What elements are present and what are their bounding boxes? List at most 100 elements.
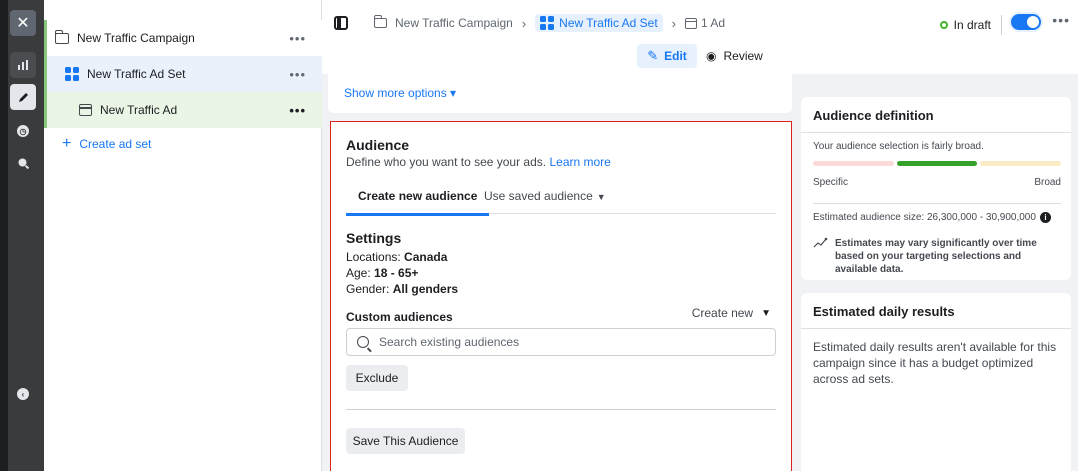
search-icon[interactable] <box>10 150 36 176</box>
estimate-note-text: Estimates may vary significantly over ti… <box>835 238 1037 275</box>
audience-section: Audience Define who you want to see your… <box>330 121 792 471</box>
close-icon[interactable]: ✕ <box>10 10 36 36</box>
previous-section-card: Show more options ▾ <box>328 74 792 113</box>
eye-icon: ◉ <box>706 49 717 63</box>
create-new-dropdown[interactable]: Create new ▼ <box>692 306 771 320</box>
age-setting: Age: 18 - 65+ <box>346 266 418 280</box>
divider <box>801 132 1071 133</box>
info-icon[interactable]: i <box>1039 212 1051 223</box>
more-icon[interactable]: ••• <box>289 67 306 82</box>
more-icon[interactable]: ••• <box>289 103 306 118</box>
setting-value: 18 - 65+ <box>374 266 419 280</box>
ad-icon <box>79 104 92 116</box>
tab-edit[interactable]: ✎ Edit <box>637 44 697 68</box>
left-rail: ✕ ◷ ‹ <box>0 0 44 471</box>
status-dot-icon <box>939 21 948 29</box>
tab-create-new-audience[interactable]: Create new audience <box>345 189 490 216</box>
divider <box>801 328 1071 329</box>
create-adset-label: Create ad set <box>79 137 152 151</box>
chevron-right-icon: › <box>671 15 677 31</box>
adset-grid-icon <box>65 67 79 81</box>
tab-use-saved-audience[interactable]: Use saved audience ▼ <box>484 189 606 203</box>
custom-audiences-label: Custom audiences <box>346 310 453 324</box>
campaign-tree: New Traffic Campaign ••• New Traffic Ad … <box>44 0 322 471</box>
clock-icon[interactable]: ◷ <box>10 118 36 144</box>
tree-item-campaign[interactable]: New Traffic Campaign ••• <box>44 20 322 56</box>
tree-item-adset[interactable]: New Traffic Ad Set ••• <box>44 56 322 92</box>
gender-setting: Gender: All genders <box>346 282 458 296</box>
top-bar: New Traffic Campaign › New Traffic Ad Se… <box>322 0 1078 74</box>
estimate-note: Estimates may vary significantly over ti… <box>813 237 1061 276</box>
search-placeholder: Search existing audiences <box>379 335 520 349</box>
section-title: Audience <box>346 137 410 153</box>
pencil-icon[interactable] <box>10 84 36 110</box>
create-new-label: Create new <box>691 306 754 320</box>
tree-item-label: New Traffic Ad <box>100 103 178 117</box>
audience-tabs: Create new audience Use saved audience ▼ <box>345 184 776 216</box>
setting-label: Gender: <box>346 282 390 296</box>
learn-more-link[interactable]: Learn more <box>549 155 610 169</box>
save-audience-button[interactable]: Save This Audience <box>346 428 465 454</box>
setting-label: Locations: <box>346 250 401 264</box>
audience-definition-card: Audience definition Your audience select… <box>801 97 1071 280</box>
breadcrumb-label: New Traffic Campaign <box>395 16 513 30</box>
main-content: Show more options ▾ Audience Define who … <box>322 74 1078 471</box>
card-title: Audience definition <box>813 108 934 123</box>
status-label: In draft <box>953 18 991 32</box>
tree-item-label: New Traffic Ad Set <box>87 67 186 81</box>
meter-segment-active <box>896 161 978 166</box>
divider <box>1001 15 1002 35</box>
setting-value: Canada <box>404 250 448 264</box>
draft-status: In draft <box>939 15 1002 35</box>
collapse-icon[interactable]: ‹ <box>10 381 36 407</box>
meter-segment-specific <box>813 161 894 166</box>
subtitle-text: Define who you want to see your ads. <box>346 155 547 169</box>
folder-icon <box>54 29 69 44</box>
folder-icon <box>373 15 387 28</box>
card-title: Estimated daily results <box>813 304 955 319</box>
setting-label: Age: <box>346 266 371 280</box>
divider <box>813 203 1061 204</box>
definition-text: Your audience selection is fairly broad. <box>813 141 984 152</box>
section-subtitle: Define who you want to see your ads. Lea… <box>346 155 611 169</box>
breadcrumb-ad[interactable]: 1 Ad <box>685 16 725 30</box>
tree-item-label: New Traffic Campaign <box>77 31 195 45</box>
chevron-right-icon: › <box>521 15 527 31</box>
chart-icon[interactable] <box>10 52 36 78</box>
meter-segment-broad <box>980 161 1062 166</box>
locations-setting: Locations: Canada <box>346 250 447 264</box>
create-adset-link[interactable]: + Create ad set <box>44 126 322 162</box>
publish-toggle[interactable] <box>1009 12 1043 32</box>
divider <box>346 409 776 410</box>
tree-item-ad[interactable]: New Traffic Ad ••• <box>44 92 322 128</box>
tab-label: Use saved audience <box>484 189 593 203</box>
breadcrumb-label: 1 Ad <box>701 16 726 30</box>
caret-down-icon: ▼ <box>596 192 606 202</box>
caret-down-icon: ▼ <box>761 307 771 319</box>
search-audiences-input[interactable]: Search existing audiences <box>346 328 776 356</box>
breadcrumb-label: New Traffic Ad Set <box>559 16 658 30</box>
daily-results-text: Estimated daily results aren't available… <box>813 340 1057 386</box>
tab-edit-label: Edit <box>664 49 687 63</box>
search-icon <box>357 336 369 348</box>
breadcrumb-adset[interactable]: New Traffic Ad Set <box>535 14 663 32</box>
pencil-icon: ✎ <box>647 48 659 63</box>
meter-labels: Specific Broad <box>813 177 1061 188</box>
plus-icon: + <box>62 135 72 152</box>
estimated-size-text: Estimated audience size: 26,300,000 - 30… <box>813 212 1036 223</box>
tab-review[interactable]: ◉ Review <box>706 44 763 68</box>
rail-edge <box>0 0 8 471</box>
audience-breadth-meter <box>813 161 1062 166</box>
meter-label-specific: Specific <box>813 177 849 188</box>
estimated-audience-size: Estimated audience size: 26,300,000 - 30… <box>813 212 1051 223</box>
show-more-options-link[interactable]: Show more options ▾ <box>344 86 456 100</box>
meter-label-broad: Broad <box>1034 177 1061 188</box>
more-icon[interactable]: ••• <box>1052 12 1070 28</box>
breadcrumb-campaign[interactable]: New Traffic Campaign <box>373 15 513 30</box>
trend-icon <box>813 237 835 276</box>
setting-value: All genders <box>392 282 459 296</box>
more-icon[interactable]: ••• <box>289 31 306 46</box>
breadcrumb: New Traffic Campaign › New Traffic Ad Se… <box>373 13 725 33</box>
exclude-button[interactable]: Exclude <box>346 365 408 391</box>
panel-toggle-icon[interactable] <box>334 16 348 30</box>
